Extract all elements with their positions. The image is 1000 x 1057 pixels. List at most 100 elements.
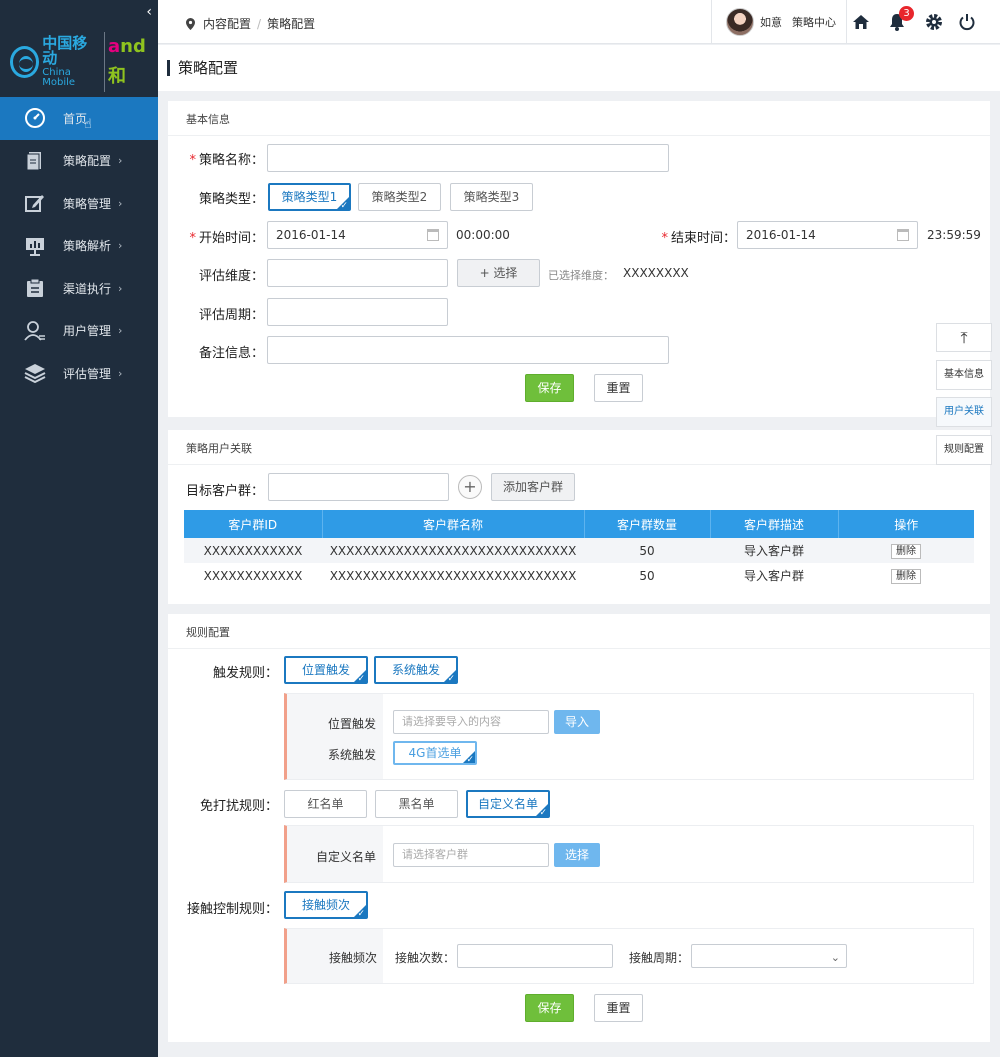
contact-frequency-button[interactable]: 接触频次	[284, 891, 368, 919]
column-header: 操作	[838, 510, 974, 538]
clipboard-icon	[24, 277, 46, 299]
black-list-button[interactable]: 黑名单	[375, 790, 458, 818]
chevron-right-icon: ›	[118, 281, 123, 295]
sidebar-item-user-manage[interactable]: 用户管理 ›	[0, 310, 158, 353]
section-title-basic: 基本信息	[168, 101, 990, 136]
delete-button[interactable]: 删除	[891, 543, 921, 559]
4g-preferred-option[interactable]: 4G首选单	[393, 741, 477, 765]
layers-icon	[24, 362, 46, 384]
column-header: 客户群数量	[584, 510, 711, 538]
rules-reset-button[interactable]: 重置	[594, 994, 643, 1022]
select-dimension-button[interactable]: + 选择	[457, 259, 540, 287]
chevron-right-icon: ›	[118, 196, 123, 210]
breadcrumb: 内容配置 / 策略配置	[186, 15, 315, 32]
contact-frequency-label: 接触频次	[329, 951, 378, 965]
import-button[interactable]: 导入	[554, 710, 600, 734]
basic-info-panel: 基本信息 *策略名称： 策略类型： 策略类型1 策略类型2 策略类型3 *开始时…	[168, 101, 990, 417]
sidebar-item-eval-manage[interactable]: 评估管理 ›	[0, 352, 158, 395]
gear-icon[interactable]	[925, 13, 943, 31]
customer-group-select-input[interactable]: 请选择客户群	[393, 843, 549, 867]
select-button[interactable]: 选择	[554, 843, 600, 867]
title-bar: 策略配置	[158, 45, 1000, 91]
section-title-user-link: 策略用户关联	[168, 430, 990, 465]
rules-save-button[interactable]: 保存	[525, 994, 574, 1022]
eval-period-label: 评估周期：	[198, 308, 264, 323]
chevron-right-icon: ›	[118, 324, 123, 338]
dashboard-icon	[24, 107, 46, 129]
add-circle-icon[interactable]: +	[458, 475, 482, 499]
eval-dimension-input[interactable]	[267, 259, 448, 287]
location-trigger-button[interactable]: 位置触发	[284, 656, 368, 684]
collapse-sidebar-icon[interactable]: ‹	[146, 4, 152, 20]
user-name: 如意	[760, 16, 782, 29]
sidebar-item-strategy-manage[interactable]: 策略管理 ›	[0, 182, 158, 225]
start-time-label: * 开始时间：	[189, 231, 264, 246]
sidebar-item-label: 策略解析	[63, 239, 112, 254]
notification-button[interactable]: 3	[888, 6, 914, 31]
presentation-icon	[24, 235, 46, 257]
strategy-type-3-button[interactable]: 策略类型3	[450, 183, 533, 211]
save-button[interactable]: 保存	[525, 374, 574, 402]
eval-period-input[interactable]	[267, 298, 448, 326]
back-to-top-icon[interactable]: ⤒	[936, 323, 992, 352]
document-icon	[24, 150, 46, 172]
home-icon[interactable]	[852, 13, 870, 31]
sidebar-nav: 首页 ☝ 策略配置 › 策略管理 › 策略解析 › 渠道执行 › 用户管理 › …	[0, 97, 158, 395]
chevron-right-icon: ›	[118, 239, 123, 253]
table-row: XXXXXXXXXXXX XXXXXXXXXXXXXXXXXXXXXXXXXXX…	[184, 538, 974, 563]
anchor-basic-info[interactable]: 基本信息	[936, 360, 992, 390]
column-header: 客户群名称	[322, 510, 585, 538]
contact-period-select[interactable]: ⌄	[691, 944, 847, 968]
anchor-user-link[interactable]: 用户关联	[936, 397, 992, 427]
strategy-name-input[interactable]	[267, 144, 669, 172]
location-import-input[interactable]: 请选择要导入的内容	[393, 710, 549, 734]
column-header: 客户群描述	[710, 510, 839, 538]
calendar-icon[interactable]	[897, 229, 909, 241]
custom-list-label: 自定义名单	[316, 850, 377, 864]
power-icon[interactable]	[958, 13, 976, 31]
trigger-subpanel: 位置触发 请选择要导入的内容 导入 系统触发 4G首选单	[284, 693, 974, 780]
sidebar-item-label: 用户管理	[63, 324, 112, 339]
contact-subpanel: 接触频次 接触次数： 接触周期： ⌄	[284, 928, 974, 984]
end-time-value: 23:59:59	[927, 228, 981, 242]
strategy-type-2-button[interactable]: 策略类型2	[358, 183, 441, 211]
start-time-value: 00:00:00	[456, 228, 510, 242]
hand-cursor-icon: ☝	[84, 117, 92, 132]
start-date-input[interactable]: 2016-01-14	[267, 221, 448, 249]
strategy-type-1-button[interactable]: 策略类型1	[268, 183, 351, 211]
contact-rule-label: 接触控制规则：	[186, 902, 278, 917]
anchor-rules-config[interactable]: 规则配置	[936, 435, 992, 465]
sidebar-item-label: 渠道执行	[63, 281, 112, 296]
sidebar-item-channel-exec[interactable]: 渠道执行 ›	[0, 267, 158, 310]
add-customer-group-button[interactable]: 添加客户群	[491, 473, 575, 501]
remark-input[interactable]	[267, 336, 669, 364]
sidebar-item-strategy-analysis[interactable]: 策略解析 ›	[0, 225, 158, 268]
chevron-right-icon: ›	[118, 154, 123, 168]
sidebar: ‹ 中国移动 China Mobile and和 首页 ☝ 策略配置 › 策略管…	[0, 0, 158, 1057]
system-trigger-button[interactable]: 系统触发	[374, 656, 458, 684]
reset-button[interactable]: 重置	[594, 374, 643, 402]
and-logo: and和	[104, 32, 158, 92]
user-icon	[24, 320, 46, 342]
breadcrumb-item-content-config[interactable]: 内容配置	[203, 15, 251, 32]
user-menu[interactable]: 如意 策略中心	[711, 0, 847, 44]
custom-list-button[interactable]: 自定义名单	[466, 790, 550, 818]
red-list-button[interactable]: 红名单	[284, 790, 367, 818]
user-link-panel: 策略用户关联 目标客户群： + 添加客户群 客户群ID 客户群名称 客户群数量 …	[168, 430, 990, 604]
cell-id: XXXXXXXXXXXX	[203, 568, 303, 583]
calendar-icon[interactable]	[427, 229, 439, 241]
end-time-label: * 结束时间：	[661, 231, 736, 246]
target-group-input[interactable]	[268, 473, 449, 501]
sidebar-item-label: 策略管理	[63, 196, 112, 211]
end-date-input[interactable]: 2016-01-14	[737, 221, 918, 249]
remark-label: 备注信息：	[198, 346, 264, 361]
sidebar-item-home[interactable]: 首页 ☝	[0, 97, 158, 140]
cell-desc: 导入客户群	[743, 569, 804, 583]
brand-en: China Mobile	[42, 67, 76, 88]
location-trigger-label: 位置触发	[328, 717, 377, 731]
sidebar-item-strategy-config[interactable]: 策略配置 ›	[0, 140, 158, 183]
strategy-type-label: 策略类型：	[198, 192, 264, 207]
contact-count-input[interactable]	[457, 944, 613, 968]
cell-count: 50	[584, 538, 710, 563]
delete-button[interactable]: 删除	[891, 568, 921, 584]
